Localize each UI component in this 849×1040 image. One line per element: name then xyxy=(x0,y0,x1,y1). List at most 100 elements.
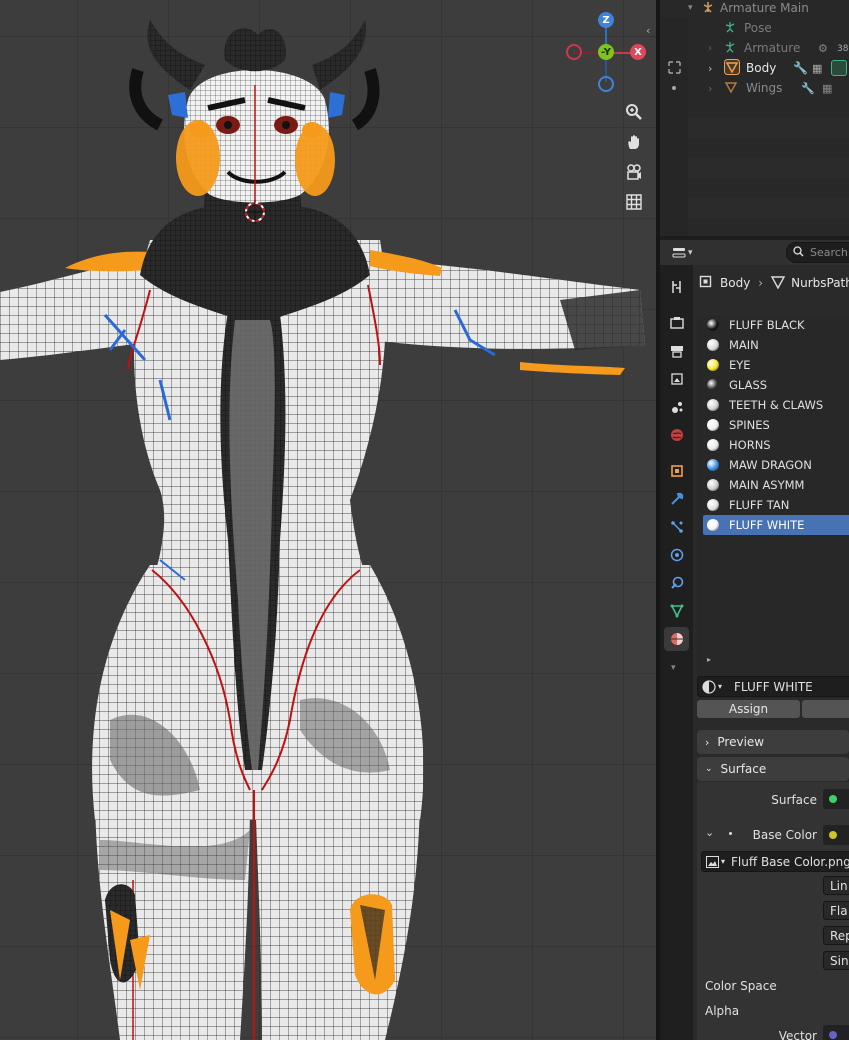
zoom-icon[interactable] xyxy=(620,98,648,126)
material-slot[interactable]: FLUFF BLACK xyxy=(703,315,849,335)
outliner-label: Armature Main xyxy=(720,1,809,15)
surface-panel-header[interactable]: ⌄ Surface xyxy=(697,757,849,781)
base-color-label: Base Color xyxy=(752,828,817,842)
outliner-row-body[interactable]: › Body 🔧 ▦ xyxy=(660,58,849,78)
object-icon xyxy=(699,275,712,291)
material-selector[interactable]: ▾ FLUFF WHITE xyxy=(697,676,849,697)
chevron-right-icon[interactable]: › xyxy=(708,82,724,95)
search-input[interactable]: Search xyxy=(786,242,849,263)
pose-icon xyxy=(724,21,744,36)
tab-material[interactable] xyxy=(664,627,689,651)
armature-data-icon xyxy=(724,41,744,56)
right-leg xyxy=(255,790,420,1040)
material-slot[interactable]: HORNS xyxy=(703,435,849,455)
material-slot-label: EYE xyxy=(729,358,751,372)
camera-icon[interactable] xyxy=(620,158,648,186)
material-slot[interactable]: MAIN ASYMM xyxy=(703,475,849,495)
tab-object[interactable] xyxy=(664,459,689,483)
right-horn xyxy=(312,20,366,90)
material-slot[interactable]: EYE xyxy=(703,355,849,375)
material-slot-label: FLUFF WHITE xyxy=(729,518,805,532)
outliner-row-armature-main[interactable]: ▾ Armature Main xyxy=(660,0,849,18)
base-color-socket-field[interactable] xyxy=(823,825,849,845)
projection-dropdown[interactable]: Fla xyxy=(823,901,849,920)
outliner-empty-rows xyxy=(660,98,849,236)
gizmo-x-axis[interactable]: X xyxy=(630,44,646,60)
tab-tool[interactable] xyxy=(664,275,689,299)
outliner-row-pose[interactable]: Pose xyxy=(660,18,849,38)
outliner-row-wings[interactable]: › Wings 🔧 ▦ xyxy=(660,78,849,98)
navigation-gizmo[interactable]: Z -Y X xyxy=(564,10,648,94)
gizmo-neg-x-axis[interactable] xyxy=(566,44,582,60)
extension-dropdown[interactable]: Rep xyxy=(823,926,849,945)
vector-socket-icon xyxy=(829,1031,837,1039)
left-horn xyxy=(147,20,205,90)
material-slot-label: HORNS xyxy=(729,438,771,452)
preview-label: Preview xyxy=(717,735,765,749)
image-name: Fluff Base Color.png xyxy=(731,854,849,869)
gizmo-neg-z-axis[interactable] xyxy=(598,76,614,92)
chevron-down-icon[interactable]: ▾ xyxy=(688,3,702,13)
properties-editor[interactable]: ▾ Search ▾ Body › NurbsPath FLUFF BLACK … xyxy=(660,240,849,1040)
collapse-arrow-icon[interactable]: ‹ xyxy=(646,24,656,42)
visibility-icon[interactable] xyxy=(668,61,681,77)
material-slot[interactable]: GLASS xyxy=(703,375,849,395)
wrench-icon: 🔧 xyxy=(801,81,815,95)
tab-modifiers[interactable] xyxy=(664,487,689,511)
tab-world[interactable] xyxy=(664,423,689,447)
particles-icon: ▦ xyxy=(822,81,833,95)
chevron-right-icon[interactable]: › xyxy=(708,62,724,75)
tab-scene[interactable] xyxy=(664,395,689,419)
vector-label: Vector xyxy=(778,1029,817,1040)
image-texture-selector[interactable]: ▾ Fluff Base Color.png xyxy=(701,851,849,872)
gizmo-z-axis[interactable]: Z xyxy=(598,12,614,28)
mesh-data-icon xyxy=(831,60,847,76)
material-slot[interactable]: TEETH & CLAWS xyxy=(703,395,849,415)
tab-render[interactable] xyxy=(664,311,689,335)
source-dropdown[interactable]: Sin xyxy=(823,951,849,970)
tab-constraints[interactable] xyxy=(664,571,689,595)
breadcrumb: Body › NurbsPath xyxy=(693,265,849,301)
vector-socket-field[interactable] xyxy=(823,1025,849,1040)
outliner-label: Armature xyxy=(744,41,801,55)
material-properties: Body › NurbsPath FLUFF BLACK MAIN EYE GLASS… xyxy=(693,265,849,1040)
material-slot[interactable]: MAW DRAGON xyxy=(703,455,849,475)
3d-viewport[interactable]: Z -Y X ‹ xyxy=(0,0,656,1040)
material-slot-list[interactable]: FLUFF BLACK MAIN EYE GLASS TEETH & CLAWS SPIN… xyxy=(697,315,849,695)
select-button[interactable]: S xyxy=(802,700,849,718)
assign-button[interactable]: Assign xyxy=(697,700,800,718)
search-icon xyxy=(793,245,804,260)
color-space-label: Color Space xyxy=(705,979,777,993)
material-preview-icon xyxy=(707,459,719,471)
material-slot[interactable]: FLUFF TAN xyxy=(703,495,849,515)
surface-socket-field[interactable] xyxy=(823,789,849,809)
material-preview-icon xyxy=(707,519,719,531)
grid-icon[interactable] xyxy=(620,188,648,216)
chevron-down-icon[interactable]: ▾ xyxy=(671,663,676,673)
material-slot[interactable]: SPINES xyxy=(703,415,849,435)
tab-particles[interactable] xyxy=(664,515,689,539)
interpolation-dropdown[interactable]: Lin xyxy=(823,876,849,895)
image-browse-icon[interactable]: ▾ xyxy=(706,855,725,868)
outliner[interactable]: ▾ Armature Main Pose › Armature ⚙ 38 › B… xyxy=(660,0,849,236)
tab-view-layer[interactable] xyxy=(664,367,689,391)
chevron-right-icon[interactable]: › xyxy=(708,43,724,54)
editor-type-dropdown[interactable]: ▾ xyxy=(672,244,700,261)
gizmo-neg-y-axis[interactable]: -Y xyxy=(598,44,614,60)
particles-icon: ▦ xyxy=(812,61,823,75)
preview-panel-header[interactable]: › Preview xyxy=(697,730,849,754)
chevron-down-icon[interactable]: ⌄ xyxy=(705,826,714,839)
material-browse-icon[interactable]: ▾ xyxy=(702,679,722,694)
tab-output[interactable] xyxy=(664,339,689,363)
surface-field-label: Surface xyxy=(771,793,817,807)
tab-data[interactable] xyxy=(664,599,689,623)
hand-pan-icon[interactable] xyxy=(620,128,648,156)
material-slot[interactable]: FLUFF WHITE xyxy=(703,515,849,535)
properties-tabs: ▾ xyxy=(660,265,693,1040)
material-preview-icon xyxy=(707,339,719,351)
tab-physics[interactable] xyxy=(664,543,689,567)
slot-list-expand-icon[interactable]: ▸ xyxy=(707,655,711,664)
material-slot[interactable]: MAIN xyxy=(703,335,849,355)
search-placeholder: Search xyxy=(810,246,848,259)
outliner-row-armature[interactable]: › Armature ⚙ 38 xyxy=(660,38,849,58)
